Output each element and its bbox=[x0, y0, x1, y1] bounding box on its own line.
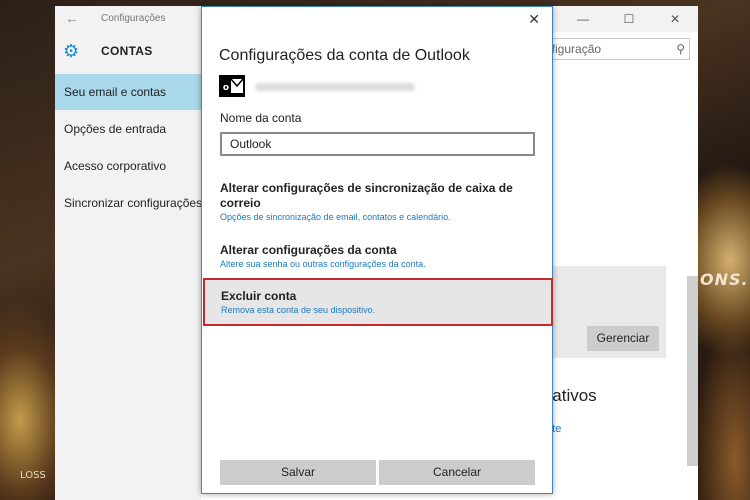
sidebar-header: ⚙ CONTAS bbox=[63, 40, 153, 62]
scrollbar[interactable] bbox=[687, 276, 698, 466]
option-title: Excluir conta bbox=[221, 289, 297, 303]
cancel-button[interactable]: Cancelar bbox=[379, 460, 535, 485]
dialog-title: Configurações da conta de Outlook bbox=[219, 47, 470, 64]
option-description: Remova esta conta de seu dispositivo. bbox=[221, 305, 376, 315]
search-input[interactable]: nfiguração ⚲ bbox=[540, 38, 690, 60]
wallpaper-text: ONS. bbox=[700, 270, 749, 289]
change-account-settings-option[interactable]: Alterar configurações da conta Altere su… bbox=[202, 243, 552, 269]
sidebar: ⚙ CONTAS Seu email e contas Opções de en… bbox=[55, 32, 202, 500]
svg-text:o: o bbox=[223, 83, 229, 93]
account-name-label: Nome da conta bbox=[220, 111, 302, 125]
account-settings-dialog: ✕ Configurações da conta de Outlook o No… bbox=[201, 6, 553, 494]
account-name-input[interactable] bbox=[220, 132, 535, 156]
back-arrow-icon[interactable]: ← bbox=[65, 10, 79, 26]
change-sync-settings-option[interactable]: Alterar configurações de sincronização d… bbox=[202, 181, 552, 222]
sidebar-item-email-accounts[interactable]: Seu email e contas bbox=[55, 74, 201, 110]
sidebar-item-sign-in-options[interactable]: Opções de entrada bbox=[55, 111, 201, 147]
wallpaper-text-left: LOSS bbox=[20, 470, 46, 481]
option-description: Opções de sincronização de email, contat… bbox=[220, 212, 451, 222]
option-title: Alterar configurações de sincronização d… bbox=[220, 181, 513, 210]
option-title: Alterar configurações da conta bbox=[220, 243, 397, 257]
minimize-icon[interactable]: — bbox=[560, 6, 606, 32]
gear-icon: ⚙ bbox=[63, 41, 80, 61]
delete-account-option[interactable]: Excluir conta Remova esta conta de seu d… bbox=[203, 278, 553, 326]
sidebar-title: CONTAS bbox=[101, 44, 153, 58]
option-description: Altere sua senha ou outras configurações… bbox=[220, 259, 426, 269]
close-icon[interactable]: ✕ bbox=[528, 11, 540, 28]
close-window-icon[interactable]: ✕ bbox=[652, 6, 698, 32]
search-icon[interactable]: ⚲ bbox=[676, 39, 685, 59]
account-email-redacted bbox=[255, 83, 415, 91]
sidebar-item-sync-settings[interactable]: Sincronizar configurações bbox=[55, 185, 202, 221]
manage-button[interactable]: Gerenciar bbox=[587, 326, 659, 351]
maximize-icon[interactable]: ☐ bbox=[606, 6, 652, 32]
search-text: nfiguração bbox=[545, 42, 602, 56]
outlook-icon: o bbox=[219, 75, 245, 97]
sidebar-item-work-access[interactable]: Acesso corporativo bbox=[55, 148, 201, 184]
window-controls: — ☐ ✕ bbox=[560, 6, 698, 32]
save-button[interactable]: Salvar bbox=[220, 460, 376, 485]
window-title: Configurações bbox=[101, 13, 166, 24]
